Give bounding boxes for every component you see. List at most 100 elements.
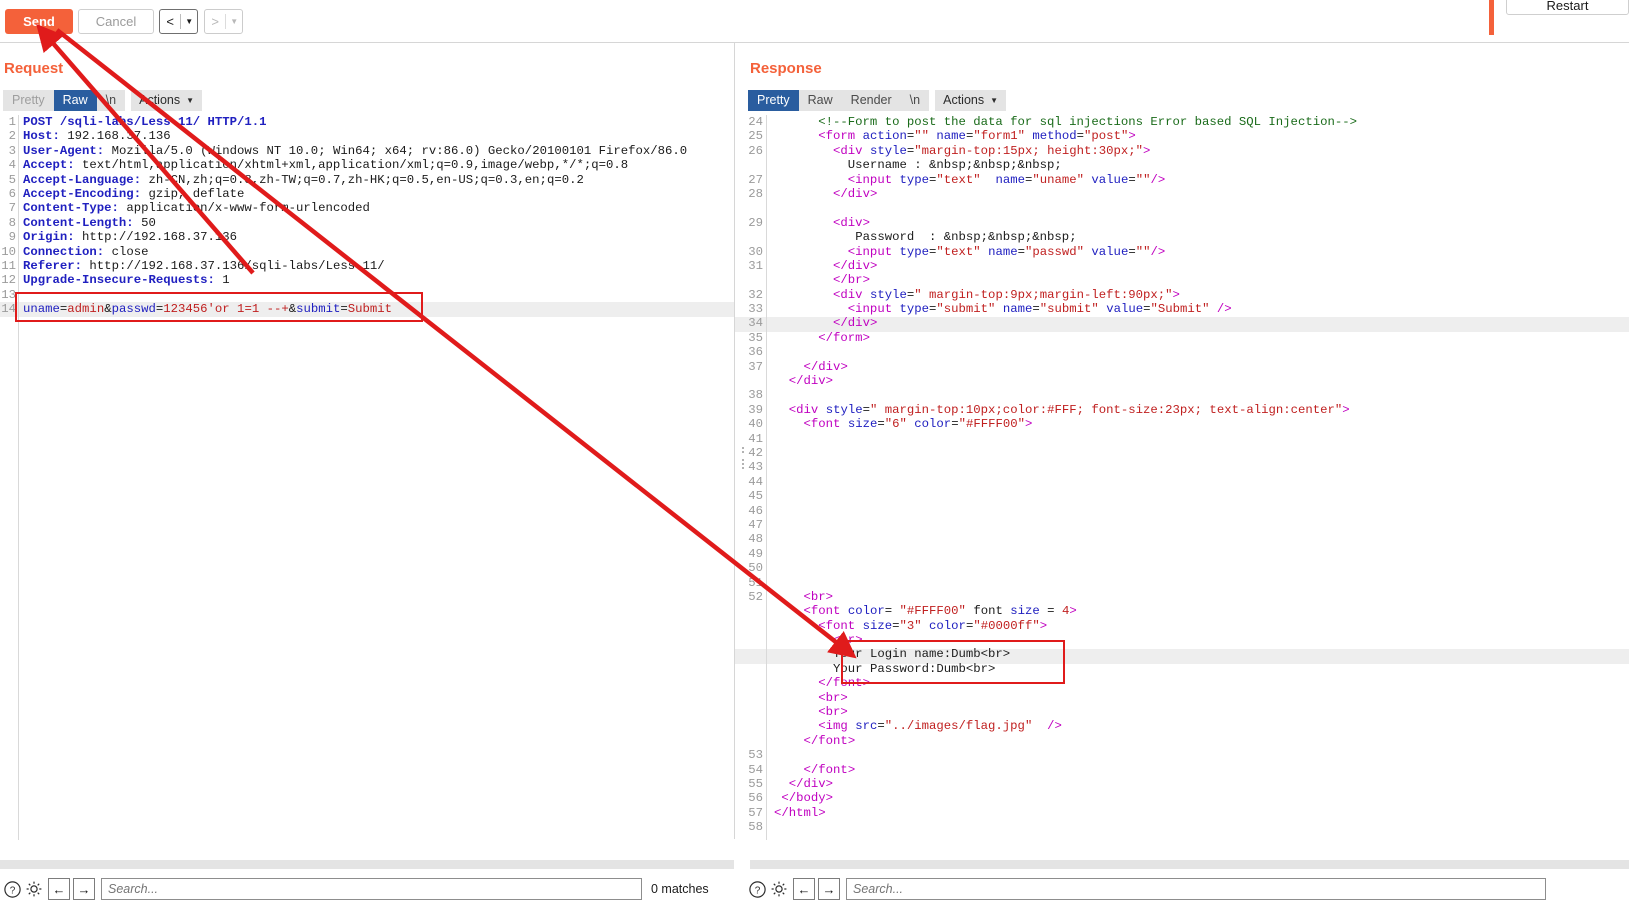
request-code-line: Accept-Encoding: gzip, deflate (23, 187, 687, 201)
chevron-down-icon: ▼ (186, 90, 194, 111)
request-code-line: Origin: http://192.168.37.136 (23, 230, 687, 244)
response-code-line (774, 446, 1357, 460)
response-search-input[interactable] (846, 878, 1546, 900)
response-line-number: 49 (735, 547, 763, 561)
response-line-number: 38 (735, 388, 763, 402)
response-line-number: 28 (735, 187, 763, 201)
question-circle-icon[interactable]: ? (2, 879, 23, 900)
response-line-number: 24 (735, 115, 763, 129)
search-next-button[interactable]: → (73, 878, 95, 900)
request-code[interactable]: POST /sqli-labs/Less-11/ HTTP/1.1Host: 1… (23, 115, 687, 840)
response-code-line: </font> (774, 763, 1357, 777)
request-code-line: Content-Length: 50 (23, 216, 687, 230)
response-code-line: <br> (774, 691, 1357, 705)
request-line-number: 11 (0, 259, 16, 273)
gear-icon[interactable] (23, 879, 44, 900)
response-code-line: Your Password:Dumb<br> (774, 662, 1357, 676)
response-line-number: 44 (735, 475, 763, 489)
response-code-line: </body> (774, 791, 1357, 805)
request-actions-menu[interactable]: Actions ▼ (131, 90, 202, 111)
request-line-number: 8 (0, 216, 16, 230)
response-code-line: <img src="../images/flag.jpg" /> (774, 719, 1357, 733)
response-actions-menu[interactable]: Actions ▼ (935, 90, 1006, 111)
request-search-input[interactable] (101, 878, 642, 900)
response-line-number: 32 (735, 288, 763, 302)
search-prev-button[interactable]: ← (48, 878, 70, 900)
response-code-line: <div> (774, 216, 1357, 230)
chevron-right-icon: > (205, 10, 225, 33)
response-line-number: 51 (735, 576, 763, 590)
response-scroll-strip[interactable] (750, 860, 1629, 869)
response-code-line (774, 820, 1357, 834)
response-code-line: Your Login name:Dumb<br> (774, 647, 1357, 661)
response-line-number: 25 (735, 129, 763, 143)
response-code-line: </div> (774, 187, 1357, 201)
response-line-number (735, 201, 763, 215)
response-code-line (774, 201, 1357, 215)
response-line-number: 54 (735, 763, 763, 777)
next-request-button[interactable]: > ▼ (204, 9, 243, 34)
request-code-line: POST /sqli-labs/Less-11/ HTTP/1.1 (23, 115, 687, 129)
response-line-number (735, 633, 763, 647)
question-circle-icon[interactable]: ? (747, 879, 768, 900)
response-tab-raw[interactable]: Raw (799, 90, 842, 111)
previous-request-button[interactable]: < ▼ (159, 9, 198, 34)
request-tab-raw[interactable]: Raw (54, 90, 97, 111)
top-toolbar: Send Cancel < ▼ > ▼ Restart (0, 0, 1629, 43)
response-line-number: 29 (735, 216, 763, 230)
response-line-number: 39 (735, 403, 763, 417)
request-line-number: 9 (0, 230, 16, 244)
response-line-number (735, 273, 763, 287)
response-code-line: </div> (774, 777, 1357, 791)
response-code-line (774, 345, 1357, 359)
chevron-down-icon[interactable]: ▼ (181, 10, 197, 33)
response-line-number: 31 (735, 259, 763, 273)
response-code-line: <input type="submit" name="submit" value… (774, 302, 1357, 316)
search-prev-button[interactable]: ← (793, 878, 815, 900)
request-tab-pretty[interactable]: Pretty (3, 90, 54, 111)
response-tab-render[interactable]: Render (842, 90, 901, 111)
response-code-line (774, 532, 1357, 546)
response-line-number: 55 (735, 777, 763, 791)
response-line-number: 33 (735, 302, 763, 316)
response-line-number: 50 (735, 561, 763, 575)
response-line-number: 26 (735, 144, 763, 158)
gear-icon[interactable] (768, 879, 789, 900)
response-code-line (774, 547, 1357, 561)
request-line-number: 3 (0, 144, 16, 158)
response-code[interactable]: <!--Form to post the data for sql inject… (774, 115, 1357, 840)
send-button[interactable]: Send (5, 9, 73, 34)
svg-text:?: ? (10, 885, 16, 896)
response-editor[interactable]: 2425262728293031323334353637383940414243… (735, 115, 1629, 840)
response-line-number: 48 (735, 532, 763, 546)
response-code-line (774, 460, 1357, 474)
response-line-number: 41 (735, 432, 763, 446)
response-view-tabs: PrettyRawRender\n (748, 90, 929, 111)
request-code-line: Connection: close (23, 245, 687, 259)
chevron-down-icon: ▼ (990, 90, 998, 111)
response-line-number: 42 (735, 446, 763, 460)
cancel-button[interactable]: Cancel (78, 9, 154, 34)
response-line-number: 40 (735, 417, 763, 431)
request-scroll-strip[interactable] (0, 860, 734, 869)
request-code-line: Accept-Language: zh-CN,zh;q=0.8,zh-TW;q=… (23, 173, 687, 187)
response-code-line: <input type="text" name="uname" value=""… (774, 173, 1357, 187)
response-tab-pretty[interactable]: Pretty (748, 90, 799, 111)
request-code-line: Content-Type: application/x-www-form-url… (23, 201, 687, 215)
request-code-line: Upgrade-Insecure-Requests: 1 (23, 273, 687, 287)
response-code-line (774, 388, 1357, 402)
request-editor[interactable]: 1234567891011121314 POST /sqli-labs/Less… (0, 115, 734, 840)
request-line-number: 6 (0, 187, 16, 201)
response-code-line: <font color= "#FFFF00" font size = 4> (774, 604, 1357, 618)
request-code-line: Host: 192.168.37.136 (23, 129, 687, 143)
search-next-button[interactable]: → (818, 878, 840, 900)
request-tab-n[interactable]: \n (97, 90, 125, 111)
response-tab-n[interactable]: \n (901, 90, 929, 111)
response-line-number (735, 676, 763, 690)
restart-button[interactable]: Restart (1506, 0, 1629, 15)
chevron-down-icon[interactable]: ▼ (226, 10, 242, 33)
response-code-line: </div> (774, 259, 1357, 273)
response-code-line: </br> (774, 273, 1357, 287)
request-line-number: 13 (0, 288, 16, 302)
request-line-number: 10 (0, 245, 16, 259)
